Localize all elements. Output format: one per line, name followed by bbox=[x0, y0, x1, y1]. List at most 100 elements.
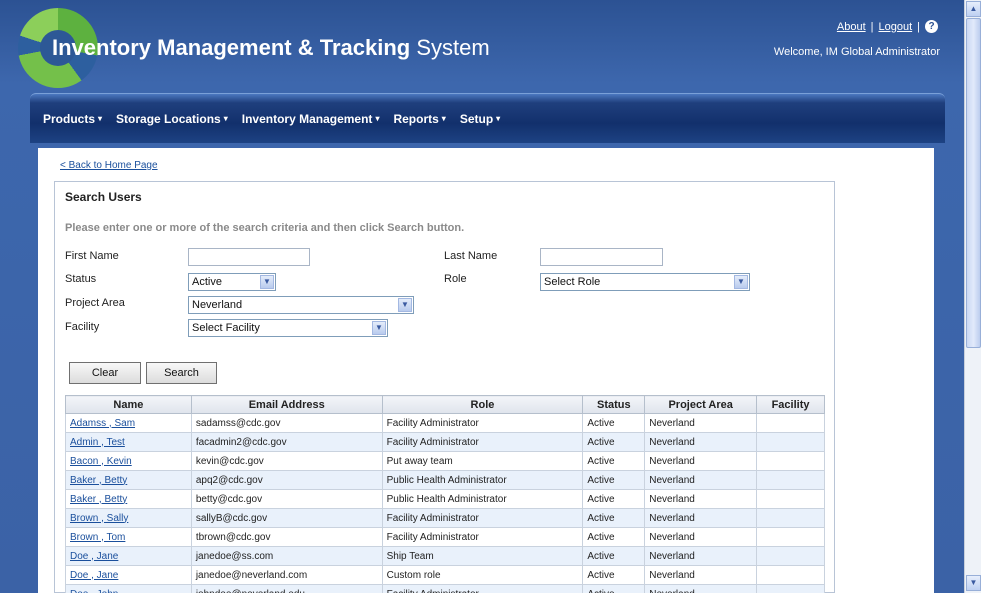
nav-inventory-management[interactable]: Inventory Management ▾ bbox=[242, 112, 380, 126]
link-separator: | bbox=[870, 20, 874, 33]
table-row: Doe , Jane janedoe@ss.com Ship Team Active N… bbox=[65, 546, 825, 566]
user-name-link[interactable]: Brown , Tom bbox=[70, 532, 125, 543]
chevron-down-icon: ▼ bbox=[398, 298, 412, 312]
user-name-link[interactable]: Doe , John bbox=[70, 589, 118, 593]
column-header-facility[interactable]: Facility bbox=[756, 395, 825, 414]
table-row: Baker , Betty apq2@cdc.gov Public Health A… bbox=[65, 470, 825, 490]
cell-facility bbox=[756, 527, 825, 547]
column-header-email[interactable]: Email Address bbox=[190, 395, 383, 414]
user-name-link[interactable]: Baker , Betty bbox=[70, 475, 127, 486]
nav-storage-locations[interactable]: Storage Locations ▾ bbox=[116, 112, 228, 126]
table-row: Brown , Tom tbrown@cdc.gov Facility Admini… bbox=[65, 527, 825, 547]
nav-setup[interactable]: Setup ▾ bbox=[460, 112, 500, 126]
cell-project-area: Neverland bbox=[644, 546, 758, 566]
search-users-box: Search Users Please enter one or more of… bbox=[54, 181, 835, 593]
chevron-down-icon: ▾ bbox=[223, 114, 228, 123]
first-name-label: First Name bbox=[65, 250, 119, 262]
table-row: Admin , Test facadmin2@cdc.gov Facility Ad… bbox=[65, 432, 825, 452]
user-name-link[interactable]: Bacon , Kevin bbox=[70, 456, 132, 467]
scrollbar-thumb[interactable] bbox=[966, 18, 981, 348]
chevron-down-icon: ▾ bbox=[496, 114, 501, 123]
cell-project-area: Neverland bbox=[644, 470, 758, 490]
cell-name: Brown , Sally bbox=[65, 508, 192, 528]
nav-reports[interactable]: Reports ▾ bbox=[393, 112, 445, 126]
status-label: Status bbox=[65, 273, 97, 285]
scroll-up-icon[interactable]: ▲ bbox=[966, 1, 981, 17]
cell-status: Active bbox=[582, 432, 646, 452]
nav-products[interactable]: Products ▾ bbox=[43, 112, 102, 126]
cell-email: sadamss@cdc.gov bbox=[190, 413, 383, 433]
cell-role: Ship Team bbox=[381, 546, 584, 566]
chevron-down-icon: ▾ bbox=[98, 114, 103, 123]
cell-role: Custom role bbox=[381, 565, 584, 585]
cell-project-area: Neverland bbox=[644, 565, 758, 585]
column-header-project-area[interactable]: Project Area bbox=[644, 395, 758, 414]
cell-email: johndoe@neverland.edu bbox=[190, 584, 383, 593]
cell-status: Active bbox=[582, 489, 646, 509]
cell-facility bbox=[756, 432, 825, 452]
cell-status: Active bbox=[582, 546, 646, 566]
vertical-scrollbar[interactable]: ▲ ▼ bbox=[964, 0, 981, 593]
app-title: Inventory Management & Tracking System bbox=[52, 35, 490, 61]
chevron-down-icon: ▾ bbox=[441, 114, 446, 123]
column-header-status[interactable]: Status bbox=[582, 395, 646, 414]
cell-role: Facility Administrator bbox=[381, 413, 584, 433]
chevron-down-icon: ▾ bbox=[375, 114, 380, 123]
logout-link[interactable]: Logout bbox=[878, 21, 912, 33]
user-name-link[interactable]: Baker , Betty bbox=[70, 494, 127, 505]
cell-email: janedoe@neverland.com bbox=[190, 565, 383, 585]
facility-label: Facility bbox=[65, 321, 100, 333]
table-row: Doe , Jane janedoe@neverland.com Custom ro… bbox=[65, 565, 825, 585]
user-name-link[interactable]: Brown , Sally bbox=[70, 513, 128, 524]
cell-name: Brown , Tom bbox=[65, 527, 192, 547]
nav-label: Storage Locations bbox=[116, 112, 221, 126]
status-select[interactable]: Active ▼ bbox=[188, 273, 276, 291]
cell-status: Active bbox=[582, 527, 646, 547]
user-name-link[interactable]: Doe , Jane bbox=[70, 551, 118, 562]
cell-email: kevin@cdc.gov bbox=[190, 451, 383, 471]
cell-role: Facility Administrator bbox=[381, 508, 584, 528]
role-select[interactable]: Select Role ▼ bbox=[540, 273, 750, 291]
role-label: Role bbox=[444, 273, 467, 285]
search-instructions: Please enter one or more of the search c… bbox=[65, 222, 465, 234]
cell-role: Facility Administrator bbox=[381, 584, 584, 593]
help-icon[interactable]: ? bbox=[925, 20, 938, 33]
cell-email: betty@cdc.gov bbox=[190, 489, 383, 509]
project-area-select[interactable]: Neverland ▼ bbox=[188, 296, 414, 314]
cell-role: Public Health Administrator bbox=[381, 470, 584, 490]
search-button[interactable]: Search bbox=[146, 362, 217, 384]
back-to-home-link[interactable]: < Back to Home Page bbox=[60, 160, 158, 171]
cell-facility bbox=[756, 489, 825, 509]
first-name-field[interactable] bbox=[188, 248, 310, 266]
cell-role: Facility Administrator bbox=[381, 527, 584, 547]
cell-project-area: Neverland bbox=[644, 489, 758, 509]
cell-name: Baker , Betty bbox=[65, 489, 192, 509]
table-row: Doe , John johndoe@neverland.eduFacility … bbox=[65, 584, 825, 593]
cell-status: Active bbox=[582, 413, 646, 433]
user-name-link[interactable]: Doe , Jane bbox=[70, 570, 118, 581]
cell-facility bbox=[756, 565, 825, 585]
cell-name: Baker , Betty bbox=[65, 470, 192, 490]
about-link[interactable]: About bbox=[837, 21, 866, 33]
cell-name: Admin , Test bbox=[65, 432, 192, 452]
users-table: Name Email Address Role Status Project A… bbox=[65, 395, 825, 593]
cell-project-area: Neverland bbox=[644, 508, 758, 528]
table-row: Brown , Sally sallyB@cdc.gov Facility Admi… bbox=[65, 508, 825, 528]
welcome-text: Welcome, IM Global Administrator bbox=[773, 46, 940, 58]
last-name-field[interactable] bbox=[540, 248, 663, 266]
cell-name: Doe , Jane bbox=[65, 565, 192, 585]
scroll-down-icon[interactable]: ▼ bbox=[966, 575, 981, 591]
user-name-link[interactable]: Adamss , Sam bbox=[70, 418, 135, 429]
chevron-down-icon: ▼ bbox=[260, 275, 274, 289]
link-separator: | bbox=[917, 20, 920, 33]
project-area-label: Project Area bbox=[65, 297, 125, 309]
column-header-role[interactable]: Role bbox=[381, 395, 584, 414]
user-name-link[interactable]: Admin , Test bbox=[70, 437, 125, 448]
status-value: Active bbox=[192, 276, 222, 288]
column-header-name[interactable]: Name bbox=[65, 395, 192, 414]
cell-name: Doe , Jane bbox=[65, 546, 192, 566]
clear-button[interactable]: Clear bbox=[69, 362, 141, 384]
facility-select[interactable]: Select Facility ▼ bbox=[188, 319, 388, 337]
chevron-down-icon: ▼ bbox=[734, 275, 748, 289]
table-row: Baker , Betty betty@cdc.gov Public Health … bbox=[65, 489, 825, 509]
